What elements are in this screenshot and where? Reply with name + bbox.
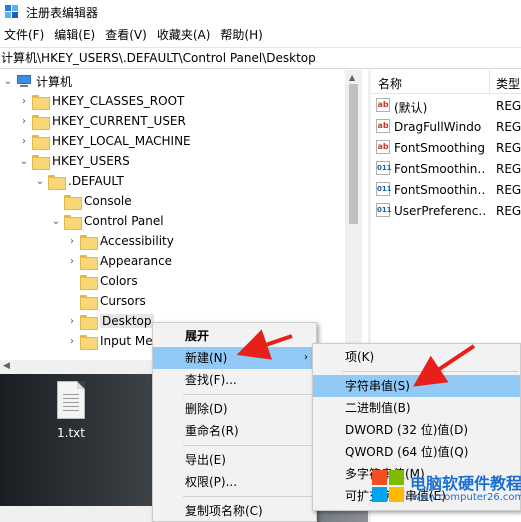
menu-separator: [343, 371, 518, 372]
regedit-app-icon: [5, 5, 19, 19]
tree-item-hkey-current-user[interactable]: › HKEY_CURRENT_USER: [18, 111, 186, 131]
menu-separator: [183, 445, 313, 446]
column-header-type[interactable]: 类型: [496, 75, 520, 92]
binary-value-icon: 011: [376, 161, 392, 175]
chevron-down-icon[interactable]: ⌄: [34, 171, 46, 191]
column-header-name[interactable]: 名称: [378, 75, 402, 92]
menu-separator: [183, 496, 313, 497]
chevron-right-icon[interactable]: ›: [66, 331, 78, 351]
folder-icon: [32, 154, 50, 170]
menu-item-rename[interactable]: 重命名(R): [153, 420, 316, 442]
watermark-title: 电脑软硬件教程网: [410, 474, 521, 493]
value-row[interactable]: ab DragFullWindo REG: [371, 116, 521, 137]
folder-icon: [48, 174, 66, 190]
menu-item-new-label: 新建(N): [185, 351, 228, 365]
tree-item-hkey-local-machine[interactable]: › HKEY_LOCAL_MACHINE: [18, 131, 191, 151]
column-divider[interactable]: [489, 70, 490, 94]
site-watermark: 电脑软硬件教程网 www.computer26.com: [372, 466, 521, 518]
folder-icon: [80, 314, 98, 330]
chevron-right-icon[interactable]: ›: [66, 251, 78, 271]
chevron-down-icon[interactable]: ⌄: [18, 151, 30, 171]
tree-item-colors[interactable]: Colors: [66, 271, 138, 291]
binary-value-icon: 011: [376, 203, 392, 217]
menu-file[interactable]: 文件(F): [0, 24, 49, 46]
submenu-item-string-value[interactable]: 字符串值(S): [313, 375, 520, 397]
value-row[interactable]: 011 FontSmoothin… REG: [371, 179, 521, 200]
expander-empty: [66, 271, 78, 291]
string-value-icon: ab: [376, 98, 390, 112]
expander-empty: [50, 191, 62, 211]
menu-view[interactable]: 查看(V): [100, 24, 152, 46]
chevron-down-icon[interactable]: ⌄: [2, 71, 14, 91]
tree-item-desktop[interactable]: › Desktop: [66, 311, 154, 331]
context-menu: 展开 新建(N) › 查找(F)... 删除(D) 重命名(R) 导出(E) 权…: [152, 322, 317, 522]
folder-icon: [64, 194, 82, 210]
value-row[interactable]: 011 UserPreferenc… REG: [371, 200, 521, 221]
menu-item-permissions[interactable]: 权限(P)...: [153, 471, 316, 493]
tree-item-console[interactable]: Console: [50, 191, 132, 211]
menu-bar: 文件(F) 编辑(E) 查看(V) 收藏夹(A) 帮助(H): [0, 24, 521, 46]
folder-icon: [80, 254, 98, 270]
menu-item-find[interactable]: 查找(F)...: [153, 369, 316, 391]
menu-edit[interactable]: 编辑(E): [49, 24, 100, 46]
tree-item-cursors[interactable]: Cursors: [66, 291, 146, 311]
folder-icon: [80, 234, 98, 250]
expander-empty: [66, 291, 78, 311]
folder-icon: [32, 114, 50, 130]
tree-item-input-method[interactable]: › Input Me: [66, 331, 153, 351]
folder-icon: [32, 94, 50, 110]
value-row[interactable]: 011 FontSmoothin… REG: [371, 158, 521, 179]
window-title: 注册表编辑器: [26, 5, 99, 20]
submenu-item-binary-value[interactable]: 二进制值(B): [313, 397, 520, 419]
menu-item-copy-key-name[interactable]: 复制项名称(C): [153, 500, 316, 522]
chevron-right-icon[interactable]: ›: [18, 91, 30, 111]
menu-item-delete[interactable]: 删除(D): [153, 398, 316, 420]
value-row[interactable]: ab FontSmoothing REG: [371, 137, 521, 158]
chevron-down-icon[interactable]: ⌄: [50, 211, 62, 231]
chevron-right-icon: ›: [304, 352, 308, 363]
folder-icon: [80, 294, 98, 310]
tree-item-computer[interactable]: ⌄ 计算机: [2, 71, 72, 91]
title-bar: 注册表编辑器: [0, 0, 521, 24]
string-value-icon: ab: [376, 140, 390, 154]
chevron-right-icon[interactable]: ›: [18, 111, 30, 131]
chevron-right-icon[interactable]: ›: [18, 131, 30, 151]
menu-separator: [183, 394, 313, 395]
menu-item-new[interactable]: 新建(N) ›: [153, 347, 316, 369]
scroll-up-arrow-icon[interactable]: ▲: [349, 73, 355, 82]
tree-item-default[interactable]: ⌄ .DEFAULT: [34, 171, 124, 191]
scroll-left-arrow-icon[interactable]: ◀: [3, 361, 10, 371]
scrollbar-thumb[interactable]: [349, 84, 358, 224]
submenu-item-dword-value[interactable]: DWORD (32 位)值(D): [313, 419, 520, 441]
menu-item-export[interactable]: 导出(E): [153, 449, 316, 471]
windows-logo-icon: [372, 470, 406, 504]
text-file-icon[interactable]: [57, 381, 85, 419]
menu-item-expand[interactable]: 展开: [153, 325, 316, 347]
tree-item-control-panel[interactable]: ⌄ Control Panel: [50, 211, 164, 231]
tree-vertical-scrollbar[interactable]: ▲: [345, 70, 362, 360]
menu-help[interactable]: 帮助(H): [215, 24, 267, 46]
address-bar[interactable]: 计算机\HKEY_USERS\.DEFAULT\Control Panel\De…: [0, 47, 521, 69]
submenu-item-qword-value[interactable]: QWORD (64 位)值(Q): [313, 441, 520, 463]
tree-item-hkey-users[interactable]: ⌄ HKEY_USERS: [18, 151, 130, 171]
tree-item-hkey-classes-root[interactable]: › HKEY_CLASSES_ROOT: [18, 91, 184, 111]
chevron-right-icon[interactable]: ›: [66, 231, 78, 251]
submenu-item-key[interactable]: 项(K): [313, 346, 520, 368]
tree-item-accessibility[interactable]: › Accessibility: [66, 231, 174, 251]
folder-icon: [32, 134, 50, 150]
chevron-right-icon[interactable]: ›: [66, 311, 78, 331]
watermark-url: www.computer26.com: [412, 492, 521, 503]
list-header: 名称 类型: [371, 70, 521, 94]
desktop-file-label[interactable]: 1.txt: [57, 426, 85, 440]
status-strip: [0, 506, 160, 522]
folder-icon: [64, 214, 82, 230]
menu-favorites[interactable]: 收藏夹(A): [152, 24, 216, 46]
string-value-icon: ab: [376, 119, 390, 133]
folder-icon: [80, 274, 98, 290]
folder-icon: [80, 334, 98, 350]
binary-value-icon: 011: [376, 182, 392, 196]
tree-item-appearance[interactable]: › Appearance: [66, 251, 172, 271]
computer-icon: [16, 74, 32, 88]
value-row[interactable]: ab (默认) REG: [371, 95, 521, 116]
